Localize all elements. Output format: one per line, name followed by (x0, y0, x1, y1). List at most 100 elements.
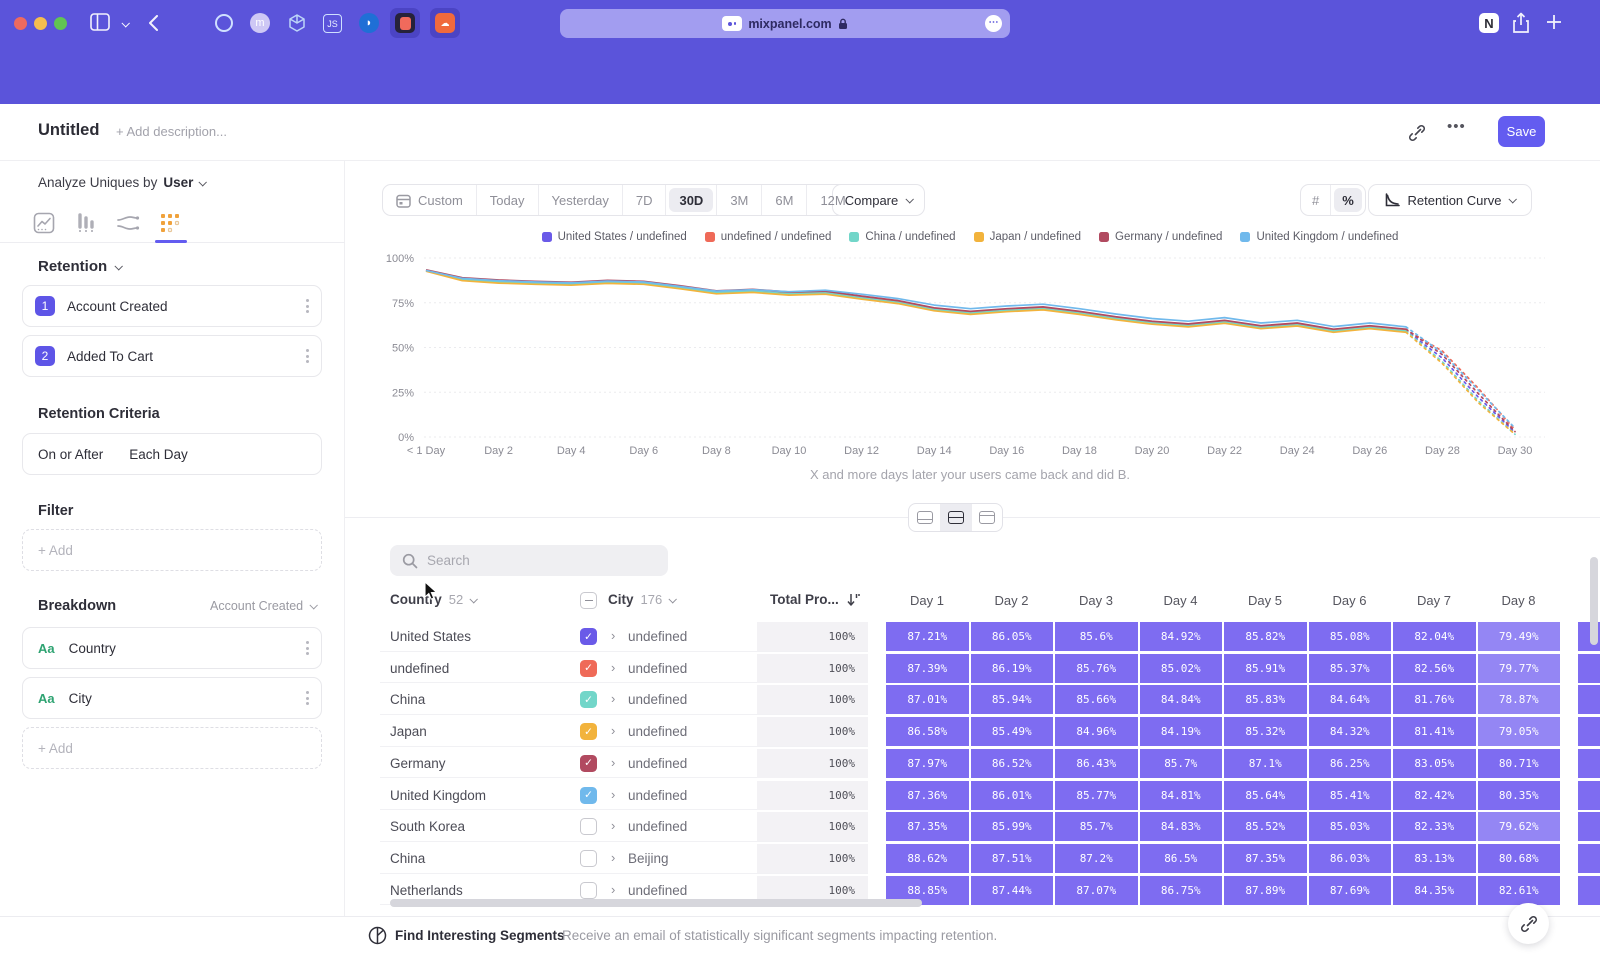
analyze-entity-dropdown[interactable]: User (163, 175, 193, 190)
percent-toggle[interactable]: % (1330, 185, 1365, 215)
row-total-cell[interactable]: 100% (757, 622, 868, 651)
notion-extension-icon[interactable]: N (1479, 13, 1499, 33)
row-city-name[interactable]: undefined (628, 692, 687, 707)
row-city-name[interactable]: undefined (628, 756, 687, 771)
row-checkbox[interactable]: ✓ (580, 660, 597, 677)
row-total-cell[interactable]: 100% (757, 812, 868, 841)
retention-cell[interactable]: 78.87% (1478, 685, 1561, 714)
retention-cell[interactable]: 85.08% (1309, 622, 1392, 651)
retention-cell[interactable]: 85.82% (1224, 622, 1307, 651)
retention-cell[interactable]: 84.83% (1140, 812, 1223, 841)
retention-cell[interactable]: 87.21% (886, 622, 969, 651)
retention-cell[interactable]: 84.64% (1309, 685, 1392, 714)
filter-add-button[interactable]: + Add (22, 529, 322, 571)
extension-product-hunt-icon[interactable] (390, 8, 420, 38)
row-checkbox[interactable]: ✓ (580, 628, 597, 645)
step-options-icon[interactable] (306, 297, 309, 316)
breakdown-add-button[interactable]: + Add (22, 727, 322, 769)
step-event-name[interactable]: Added To Cart (67, 349, 153, 364)
retention-cell[interactable]: 80.35% (1478, 781, 1561, 810)
range-custom[interactable]: Custom (383, 185, 476, 215)
tab-funnels[interactable] (72, 209, 100, 237)
row-checkbox[interactable] (580, 850, 597, 867)
retention-cell[interactable]: 79.49% (1478, 622, 1561, 651)
retention-cell[interactable]: 86.25% (1309, 749, 1392, 778)
absolute-numbers-toggle[interactable]: # (1301, 185, 1330, 215)
row-checkbox[interactable]: ✓ (580, 691, 597, 708)
report-title[interactable]: Untitled (38, 121, 99, 140)
layout-table-only-toggle[interactable] (971, 504, 1002, 531)
retention-cell[interactable]: 81.76% (1393, 685, 1476, 714)
legend-item[interactable]: United Kingdom / undefined (1240, 231, 1398, 243)
day-header-4[interactable]: Day 4 (1139, 593, 1223, 608)
retention-cell[interactable]: 86.75% (1140, 876, 1223, 905)
breakdown-property-name[interactable]: Country (69, 641, 116, 656)
row-country-name[interactable]: China (390, 692, 425, 707)
range-30d[interactable]: 30D (665, 185, 716, 215)
save-button[interactable]: Save (1498, 116, 1545, 147)
retention-cell[interactable]: 85.94% (971, 685, 1054, 714)
extension-cube-icon[interactable] (287, 13, 307, 33)
breakdown-options-icon[interactable] (306, 639, 309, 658)
row-checkbox[interactable] (580, 818, 597, 835)
day-header-8[interactable]: Day 8 (1477, 593, 1561, 608)
retention-cell[interactable]: 84.32% (1309, 717, 1392, 746)
day-header-1[interactable]: Day 1 (885, 593, 969, 608)
row-country-name[interactable]: United Kingdom (390, 788, 486, 803)
retention-cell[interactable]: 86.5% (1140, 844, 1223, 873)
day-header-3[interactable]: Day 3 (1054, 593, 1138, 608)
tab-insights[interactable] (30, 209, 58, 237)
retention-section-header[interactable]: Retention (38, 258, 121, 275)
series-line[interactable] (426, 270, 1406, 329)
retention-cell[interactable]: 85.32% (1224, 717, 1307, 746)
retention-cell[interactable]: 86.52% (971, 749, 1054, 778)
row-expand-icon[interactable]: › (611, 850, 615, 865)
retention-cell[interactable]: 87.35% (1224, 844, 1307, 873)
sidebar-menu-chevron-icon[interactable] (121, 19, 129, 27)
day-header-6[interactable]: Day 6 (1308, 593, 1392, 608)
row-expand-icon[interactable]: › (611, 691, 615, 706)
retention-cell[interactable]: 82.33% (1393, 812, 1476, 841)
retention-cell[interactable]: 87.97% (886, 749, 969, 778)
extension-ring-icon[interactable] (215, 14, 233, 32)
share-icon[interactable] (1512, 12, 1530, 34)
retention-cell[interactable]: 86.19% (971, 654, 1054, 683)
compare-button[interactable]: Compare (832, 184, 925, 216)
row-city-name[interactable]: undefined (628, 883, 687, 898)
retention-cell[interactable]: 87.69% (1309, 876, 1392, 905)
back-icon[interactable] (148, 14, 159, 32)
retention-curve-chart[interactable]: 100%75%50%25%0%< 1 DayDay 2Day 4Day 6Day… (380, 248, 1560, 460)
retention-cell[interactable]: 85.02% (1140, 654, 1223, 683)
retention-cell[interactable]: 87.89% (1224, 876, 1307, 905)
legend-item[interactable]: Japan / undefined (974, 231, 1081, 243)
window-minimize-button[interactable] (34, 17, 47, 30)
row-total-cell[interactable]: 100% (757, 844, 868, 873)
table-search-input[interactable] (427, 553, 637, 568)
row-expand-icon[interactable]: › (611, 755, 615, 770)
legend-item[interactable]: Germany / undefined (1099, 231, 1222, 243)
retention-cell[interactable]: 84.19% (1140, 717, 1223, 746)
retention-cell[interactable]: 85.7% (1140, 749, 1223, 778)
retention-cell[interactable]: 81.41% (1393, 717, 1476, 746)
day-header-2[interactable]: Day 2 (970, 593, 1054, 608)
retention-cell[interactable]: 88.62% (886, 844, 969, 873)
retention-cell[interactable]: 82.61% (1478, 876, 1561, 905)
retention-cell[interactable]: 85.66% (1055, 685, 1138, 714)
retention-cell[interactable]: 87.44% (971, 876, 1054, 905)
retention-cell[interactable]: 85.83% (1224, 685, 1307, 714)
horizontal-scrollbar[interactable] (390, 899, 922, 907)
breakdown-property-name[interactable]: City (69, 691, 92, 706)
table-search[interactable] (390, 545, 668, 576)
retention-cell[interactable]: 87.51% (971, 844, 1054, 873)
window-close-button[interactable] (14, 17, 27, 30)
retention-criteria-card[interactable]: On or After Each Day (22, 433, 322, 475)
new-tab-icon[interactable] (1545, 13, 1563, 31)
range-7d[interactable]: 7D (622, 185, 666, 215)
extension-bird-icon[interactable]: ◗ (359, 13, 379, 33)
retention-cell[interactable]: 87.36% (886, 781, 969, 810)
row-country-name[interactable]: China (390, 851, 425, 866)
retention-step-1[interactable]: 1Account Created (22, 285, 322, 327)
retention-cell[interactable]: 85.99% (971, 812, 1054, 841)
retention-cell[interactable]: 84.81% (1140, 781, 1223, 810)
row-total-cell[interactable]: 100% (757, 685, 868, 714)
